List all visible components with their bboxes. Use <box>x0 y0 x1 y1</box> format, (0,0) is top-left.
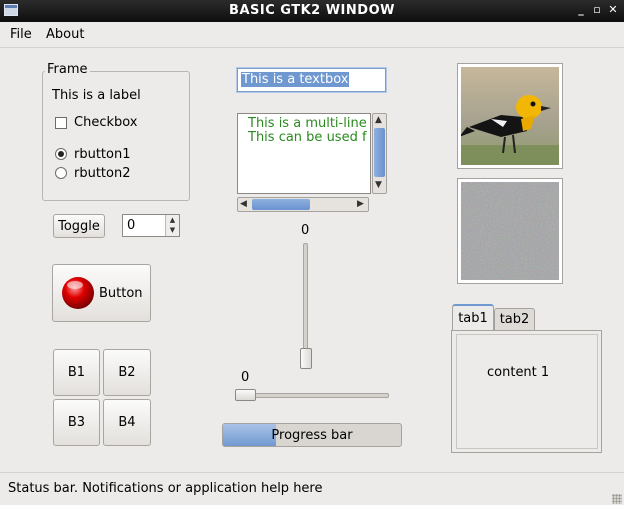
multiline-textview[interactable]: This is a multi-line This can be used f <box>237 113 371 194</box>
spin-arrows[interactable]: ▲ ▼ <box>165 215 179 236</box>
bird-image <box>457 63 563 169</box>
spin-value[interactable]: 0 <box>127 218 135 233</box>
spin-up-icon[interactable]: ▲ <box>166 215 179 225</box>
radio-rbutton2-label[interactable]: rbutton2 <box>74 166 131 181</box>
bird-picture <box>459 67 559 165</box>
static-label: This is a label <box>52 88 141 103</box>
textbox-value[interactable]: This is a textbox <box>241 72 350 87</box>
status-bar: Status bar. Notifications or application… <box>0 472 624 505</box>
vslider-value: 0 <box>301 223 310 238</box>
menu-bar: File About <box>0 22 624 48</box>
maximize-button[interactable]: ▫ <box>590 3 604 17</box>
tab-tab1[interactable]: tab1 <box>452 304 494 331</box>
tab-content-area: content 1 <box>456 334 598 449</box>
menu-file[interactable]: File <box>10 27 32 42</box>
radio-rbutton2[interactable] <box>55 167 67 179</box>
checkbox-box[interactable] <box>55 117 67 129</box>
title-bar[interactable]: BASIC GTK2 WINDOW _ ▫ ✕ <box>0 0 624 22</box>
spin-button[interactable]: 0 ▲ ▼ <box>122 214 180 237</box>
tab-tab2[interactable]: tab2 <box>494 308 535 330</box>
toggle-button[interactable]: Toggle <box>53 214 105 238</box>
horizontal-scroll-thumb[interactable] <box>252 199 310 210</box>
vslider-handle[interactable] <box>300 348 312 369</box>
vertical-scrollbar[interactable]: ▲ ▼ <box>372 113 387 194</box>
minimize-button[interactable]: _ <box>574 3 588 17</box>
grid-button-b1[interactable]: B1 <box>53 349 100 396</box>
app-window: BASIC GTK2 WINDOW _ ▫ ✕ File About Frame… <box>0 0 624 505</box>
resize-grip-icon[interactable] <box>612 494 622 504</box>
horizontal-scrollbar[interactable]: ◀ ▶ <box>237 197 369 212</box>
status-text: Status bar. Notifications or application… <box>8 481 323 496</box>
grid-button-b3[interactable]: B3 <box>53 399 100 446</box>
multiline-line-1[interactable]: This is a multi-line <box>248 116 367 131</box>
scroll-right-icon[interactable]: ▶ <box>357 199 364 209</box>
menu-about[interactable]: About <box>46 27 84 42</box>
tab-content-label: content 1 <box>487 365 550 380</box>
progress-bar: Progress bar <box>222 423 402 447</box>
textbox[interactable]: This is a textbox <box>237 68 386 92</box>
hslider-value: 0 <box>241 370 250 385</box>
grid-button-b2[interactable]: B2 <box>103 349 151 396</box>
checkbox-label[interactable]: Checkbox <box>74 115 138 130</box>
scroll-down-icon[interactable]: ▼ <box>375 180 382 190</box>
scroll-left-icon[interactable]: ◀ <box>240 199 247 209</box>
vertical-scroll-thumb[interactable] <box>374 128 385 177</box>
hslider-handle[interactable] <box>235 389 256 401</box>
main-button-label: Button <box>99 285 143 301</box>
scroll-up-icon[interactable]: ▲ <box>375 115 382 125</box>
noise-picture <box>461 182 559 280</box>
noise-image <box>457 178 563 284</box>
red-light-icon <box>62 277 94 309</box>
hslider-track[interactable] <box>237 393 389 398</box>
progress-label: Progress bar <box>271 428 353 443</box>
radio-rbutton1-label[interactable]: rbutton1 <box>74 147 131 162</box>
close-button[interactable]: ✕ <box>606 3 620 17</box>
main-button[interactable]: Button <box>52 264 151 322</box>
frame-legend: Frame <box>45 62 90 77</box>
window-title: BASIC GTK2 WINDOW <box>229 3 395 18</box>
spin-down-icon[interactable]: ▼ <box>166 225 179 235</box>
radio-rbutton1[interactable] <box>55 148 67 160</box>
grid-button-b4[interactable]: B4 <box>103 399 151 446</box>
multiline-line-2[interactable]: This can be used f <box>248 130 367 145</box>
